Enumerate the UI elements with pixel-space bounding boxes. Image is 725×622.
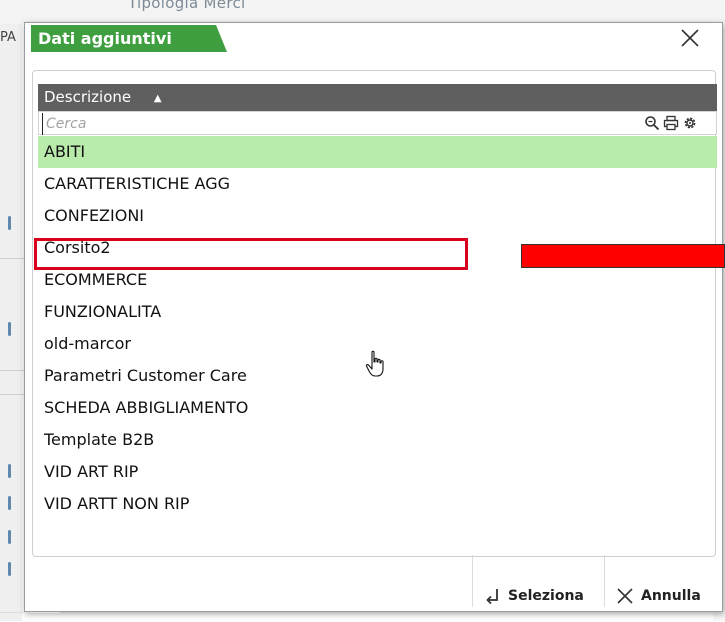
background-toolbar: Tipologia Merci (0, 0, 725, 24)
column-header-descrizione[interactable]: Descrizione ▲ (38, 84, 717, 111)
list-item[interactable]: CARATTERISTICHE AGG (38, 168, 717, 200)
search-row (38, 111, 717, 135)
list-item[interactable]: Template B2B (38, 424, 717, 456)
background-marker (8, 322, 11, 336)
background-title: Tipologia Merci (128, 0, 246, 12)
background-left-label: PA (0, 30, 16, 45)
background-divider (0, 370, 25, 371)
print-icon[interactable] (663, 115, 679, 131)
background-divider (0, 258, 25, 259)
list-item[interactable]: VID ART RIP (38, 456, 717, 488)
background-divider (0, 394, 25, 395)
cancel-x-icon (617, 588, 633, 604)
background-marker (8, 464, 11, 478)
dialog-title: Dati aggiuntivi (31, 25, 227, 52)
list-item[interactable]: FUNZIONALITA (38, 296, 717, 328)
sort-ascending-icon[interactable]: ▲ (154, 85, 162, 112)
list-item[interactable]: SCHEDA ABBIGLIAMENTO (38, 392, 717, 424)
search-input[interactable] (42, 113, 638, 135)
background-left-panel (0, 24, 22, 621)
select-button-label: Seleziona (508, 588, 584, 604)
list-item[interactable]: VID ARTT NON RIP (38, 488, 717, 520)
footer-divider (604, 555, 605, 607)
list-item[interactable]: CONFEZIONI (38, 200, 717, 232)
background-marker (8, 216, 11, 230)
cancel-button[interactable]: Annulla (615, 584, 701, 608)
cancel-button-label: Annulla (641, 588, 701, 604)
red-annotation-bar (521, 244, 725, 268)
enter-return-icon (486, 589, 498, 605)
select-button[interactable]: Seleziona (484, 584, 584, 608)
footer-divider (472, 555, 473, 607)
highlight-box-corsito2 (34, 238, 468, 270)
background-marker (8, 562, 11, 576)
background-marker (8, 530, 11, 544)
background-marker (8, 496, 11, 510)
list-item[interactable]: ABITI (38, 136, 717, 168)
additional-data-dialog: Dati aggiuntivi Descrizione ▲ ABITI CARA… (24, 22, 723, 612)
settings-gear-icon[interactable] (682, 115, 698, 131)
description-list: ABITI CARATTERISTICHE AGG CONFEZIONI Cor… (38, 136, 717, 520)
close-icon[interactable] (679, 27, 701, 49)
search-zoom-icon[interactable] (644, 115, 660, 131)
column-header-label: Descrizione (44, 88, 132, 106)
hand-cursor-icon (365, 350, 384, 377)
